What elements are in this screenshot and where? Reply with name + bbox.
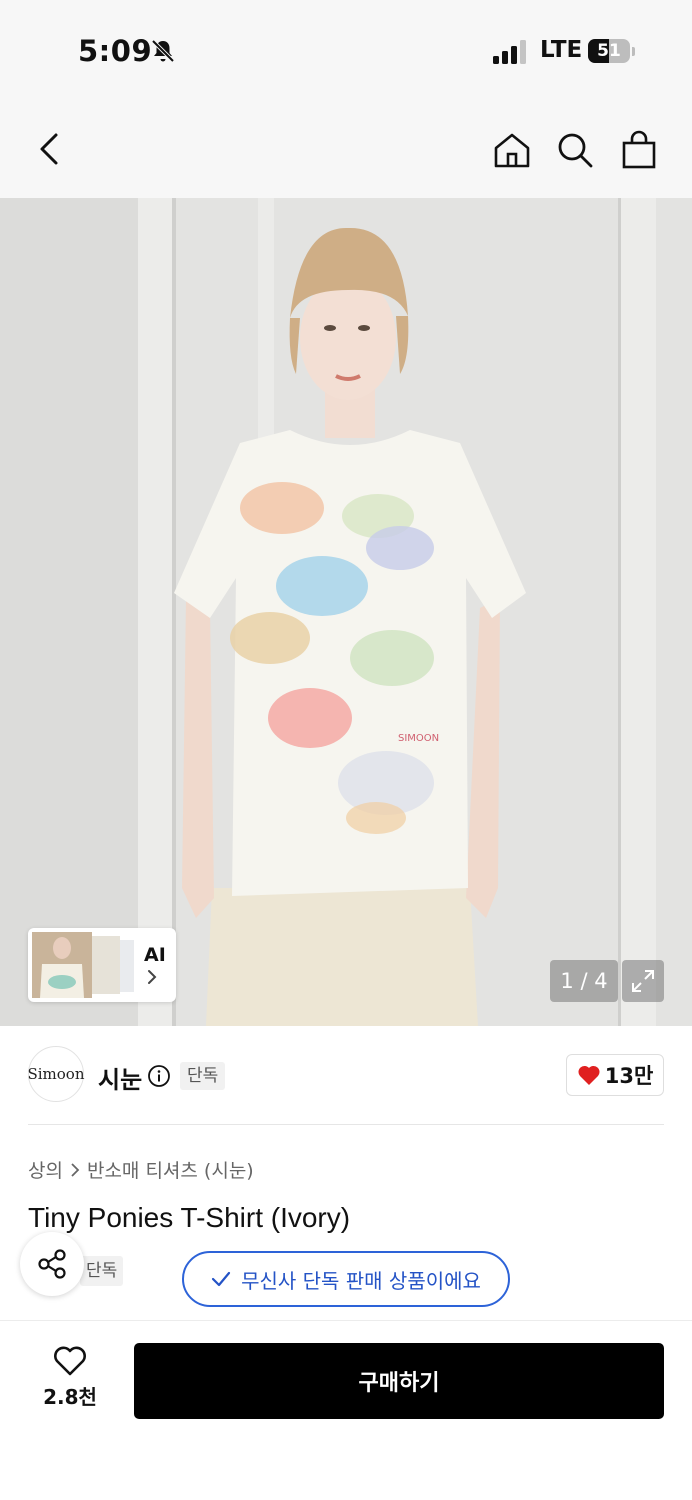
back-button[interactable] [26,125,74,173]
chevron-right-icon [71,1162,80,1177]
ai-recommend-thumbnail[interactable]: AI [28,928,176,1002]
share-icon [38,1249,66,1279]
share-button[interactable] [20,1232,84,1296]
check-icon [211,1271,231,1287]
expand-icon [632,970,654,992]
exclusive-notice-button[interactable]: 무신사 단독 판매 상품이에요 [182,1251,510,1307]
breadcrumb-subcategory[interactable]: 반소매 티셔츠 (시눈) [87,1156,254,1183]
status-time: 5:09 [78,34,153,68]
expand-image-button[interactable] [622,960,664,1002]
chevron-left-icon [40,133,58,165]
ai-label: AI [144,944,166,966]
exclusive-tag: 단독 [80,1256,124,1286]
status-bar: 5:09 LTE 51 [0,0,692,100]
battery-icon: 51 [588,39,630,63]
heart-outline-icon [54,1346,86,1376]
chevron-right-icon [148,970,157,984]
brand-name[interactable]: 시눈 [98,1060,142,1095]
search-button[interactable] [551,126,599,174]
cart-button[interactable] [615,126,663,174]
info-icon[interactable] [147,1064,171,1088]
image-page-indicator: 1 / 4 [550,960,618,1002]
bottom-action-bar: 2.8천 구매하기 [0,1320,692,1500]
wishlist-button[interactable]: 2.8천 [30,1345,110,1415]
home-button[interactable] [488,126,536,174]
divider [28,1124,664,1125]
signal-icon [493,40,526,64]
buy-button[interactable]: 구매하기 [134,1343,664,1419]
breadcrumb-category[interactable]: 상의 [28,1156,63,1183]
brand-logo[interactable]: Simoon [27,1046,85,1102]
brand-like-count: 13만 [604,1064,654,1088]
brand-like-button[interactable]: 13만 [566,1054,664,1096]
home-icon [494,133,530,168]
heart-filled-icon [578,1065,600,1085]
product-title: Tiny Ponies T-Shirt (Ivory) [28,1202,351,1233]
battery-level: 51 [597,41,621,61]
shirt-print-text: SIMOON [398,733,439,744]
bell-slash-icon [151,39,175,63]
network-label: LTE [540,37,583,63]
nav-bar [0,100,692,198]
search-icon [558,133,593,168]
wishlist-count: 2.8천 [43,1385,97,1409]
battery-cap [632,47,635,56]
exclusive-notice-text: 무신사 단독 판매 상품이에요 [241,1268,481,1293]
shopping-bag-icon [622,130,656,169]
breadcrumb: 상의 반소매 티셔츠 (시눈) [28,1156,254,1183]
exclusive-badge: 단독 [180,1062,226,1090]
ai-thumbnail-images [32,932,134,998]
product-image[interactable]: SIMOON AI 1 / 4 [0,198,692,1026]
product-photo: SIMOON [0,198,692,1026]
